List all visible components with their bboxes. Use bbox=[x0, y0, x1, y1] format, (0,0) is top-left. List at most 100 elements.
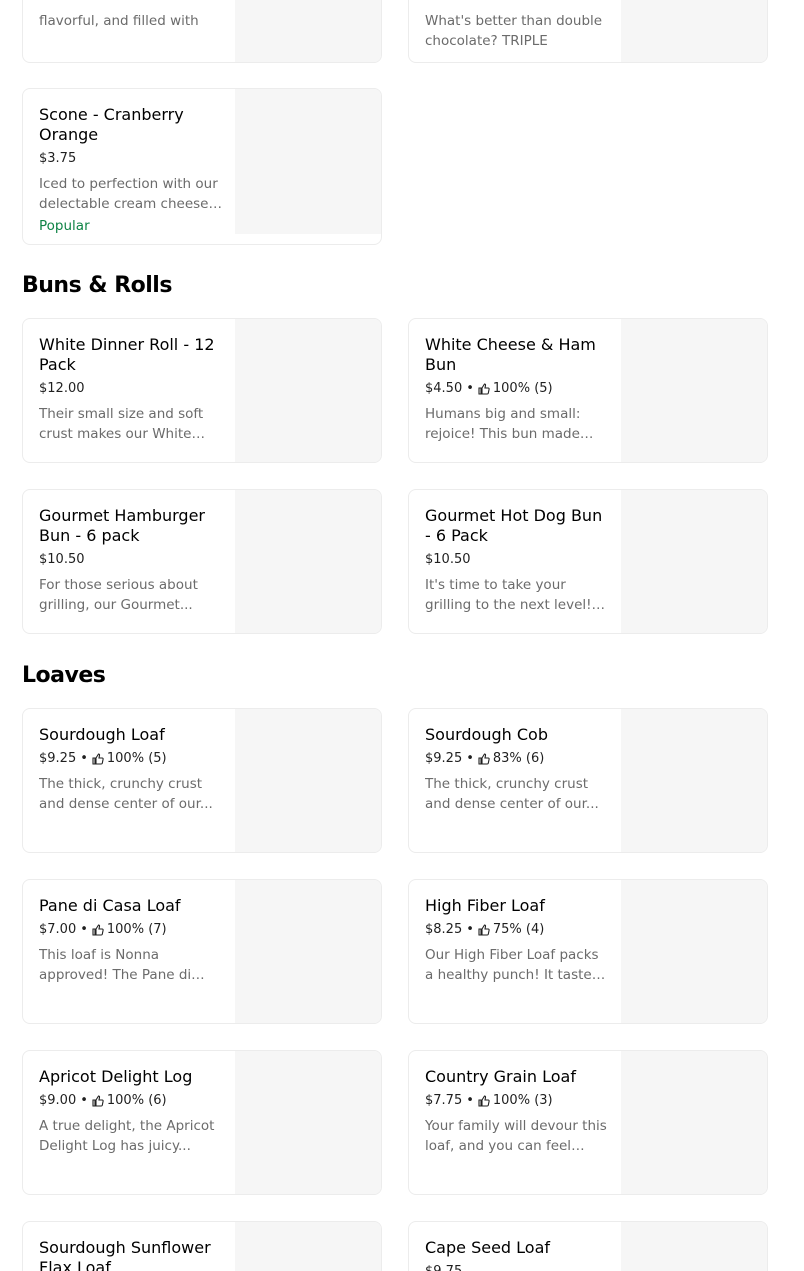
thumbs-up-icon bbox=[92, 753, 104, 765]
item-price: $7.75 bbox=[425, 1093, 463, 1108]
menu-item-card[interactable]: Cape Seed Loaf $9.75 bbox=[408, 1221, 768, 1271]
item-price: $10.50 bbox=[39, 552, 85, 567]
item-price: $9.25 bbox=[425, 751, 463, 766]
thumbs-up-icon bbox=[92, 924, 104, 936]
item-image bbox=[235, 1051, 381, 1194]
item-description: Iced to perfection with our delectable c… bbox=[39, 176, 218, 212]
item-description: The thick, crunchy crust and dense cente… bbox=[39, 776, 213, 812]
meta-separator: • bbox=[80, 922, 88, 937]
item-price: $7.00 bbox=[39, 922, 77, 937]
meta-separator: • bbox=[466, 381, 474, 396]
item-description: The thick, crunchy crust and dense cente… bbox=[425, 776, 599, 812]
item-name: Sourdough Loaf bbox=[39, 725, 165, 744]
item-image bbox=[235, 709, 381, 852]
item-name: Apricot Delight Log bbox=[39, 1067, 193, 1086]
item-price: $3.75 bbox=[39, 151, 77, 166]
item-image bbox=[235, 880, 381, 1023]
item-description: A true delight, the Apricot Delight Log … bbox=[39, 1118, 215, 1154]
item-description: What's better than double chocolate? TRI… bbox=[425, 13, 603, 49]
section-title-buns-rolls: Buns & Rolls bbox=[22, 273, 172, 298]
item-image bbox=[235, 319, 381, 462]
item-image bbox=[621, 490, 767, 633]
menu-item-card[interactable]: Apricot Delight Log $9.00 • 100% (6) A t… bbox=[22, 1050, 382, 1195]
item-price: $4.50 bbox=[425, 381, 463, 396]
item-name: Sourdough Sunflower Flax Loaf bbox=[39, 1238, 211, 1271]
item-image bbox=[621, 0, 767, 62]
item-name: High Fiber Loaf bbox=[425, 896, 545, 915]
item-image bbox=[235, 89, 381, 234]
item-description: It's time to take your grilling to the n… bbox=[425, 577, 592, 613]
item-meta: $4.50 • 100% (5) bbox=[425, 380, 611, 398]
item-meta: $9.25 • 100% (5) bbox=[39, 750, 225, 768]
thumbs-up-icon bbox=[478, 1095, 490, 1107]
item-image bbox=[621, 880, 767, 1023]
meta-separator: • bbox=[466, 751, 474, 766]
item-image bbox=[621, 1222, 767, 1271]
item-name: Cape Seed Loaf bbox=[425, 1238, 551, 1257]
menu-item-card[interactable]: White Cheese & Ham Bun $4.50 • 100% (5) … bbox=[408, 318, 768, 463]
item-meta: $8.25 • 75% (4) bbox=[425, 921, 611, 939]
item-name: White Dinner Roll - 12 Pack bbox=[39, 335, 215, 374]
item-rating: 100% (5) bbox=[492, 381, 553, 396]
menu-item-card[interactable]: Scone - Cranberry Orange $3.75 Iced to p… bbox=[22, 88, 382, 245]
item-image bbox=[235, 490, 381, 633]
menu-item-card[interactable]: Sourdough Loaf $9.25 • 100% (5) The thic… bbox=[22, 708, 382, 853]
item-meta: $3.75 bbox=[39, 150, 225, 168]
meta-separator: • bbox=[80, 1093, 88, 1108]
item-description: Your family will devour this loaf, and y… bbox=[425, 1118, 607, 1154]
meta-separator: • bbox=[466, 1093, 474, 1108]
item-rating: 75% (4) bbox=[492, 922, 545, 937]
item-price: $12.00 bbox=[39, 381, 85, 396]
item-image bbox=[621, 1051, 767, 1194]
item-description: Humans big and small: rejoice! This bun … bbox=[425, 406, 581, 442]
menu-item-card[interactable]: High Fiber Loaf $8.25 • 75% (4) Our High… bbox=[408, 879, 768, 1024]
item-image bbox=[621, 709, 767, 852]
item-name: Pane di Casa Loaf bbox=[39, 896, 181, 915]
menu-item-card[interactable]: What's better than double chocolate? TRI… bbox=[408, 0, 768, 63]
item-rating: 100% (7) bbox=[106, 922, 167, 937]
item-description: flavorful, and filled with bbox=[39, 13, 199, 29]
menu-item-card[interactable]: White Dinner Roll - 12 Pack $12.00 Their… bbox=[22, 318, 382, 463]
item-name: Country Grain Loaf bbox=[425, 1067, 576, 1086]
item-meta: $10.50 bbox=[425, 551, 611, 569]
item-price: $9.00 bbox=[39, 1093, 77, 1108]
item-description: This loaf is Nonna approved! The Pane di… bbox=[39, 947, 192, 983]
item-price: $8.25 bbox=[425, 922, 463, 937]
item-name: White Cheese & Ham Bun bbox=[425, 335, 596, 374]
menu-item-card[interactable]: Sourdough Sunflower Flax Loaf bbox=[22, 1221, 382, 1271]
item-image bbox=[621, 319, 767, 462]
menu-item-card[interactable]: Pane di Casa Loaf $7.00 • 100% (7) This … bbox=[22, 879, 382, 1024]
meta-separator: • bbox=[80, 751, 88, 766]
thumbs-up-icon bbox=[478, 753, 490, 765]
item-name: Gourmet Hot Dog Bun - 6 Pack bbox=[425, 506, 603, 545]
item-name: Sourdough Cob bbox=[425, 725, 548, 744]
item-rating: 100% (6) bbox=[106, 1093, 167, 1108]
meta-separator: • bbox=[466, 922, 474, 937]
item-meta: $7.75 • 100% (3) bbox=[425, 1092, 611, 1110]
item-description: Their small size and soft crust makes ou… bbox=[39, 406, 204, 442]
popular-badge: Popular bbox=[39, 218, 90, 234]
item-rating: 83% (6) bbox=[492, 751, 545, 766]
item-price: $9.25 bbox=[39, 751, 77, 766]
item-image bbox=[235, 1222, 381, 1271]
menu-page: flavorful, and filled with What's better… bbox=[0, 0, 804, 1271]
thumbs-up-icon bbox=[478, 924, 490, 936]
item-meta: $9.00 • 100% (6) bbox=[39, 1092, 225, 1110]
menu-item-card[interactable]: flavorful, and filled with bbox=[22, 0, 382, 63]
item-meta: $12.00 bbox=[39, 380, 225, 398]
section-title-loaves: Loaves bbox=[22, 663, 106, 688]
menu-item-card[interactable]: Gourmet Hamburger Bun - 6 pack $10.50 Fo… bbox=[22, 489, 382, 634]
item-description: For those serious about grilling, our Go… bbox=[39, 577, 198, 613]
menu-item-card[interactable]: Gourmet Hot Dog Bun - 6 Pack $10.50 It's… bbox=[408, 489, 768, 634]
item-meta: $9.75 bbox=[425, 1263, 611, 1271]
item-name: Scone - Cranberry Orange bbox=[39, 105, 184, 144]
menu-item-card[interactable]: Sourdough Cob $9.25 • 83% (6) The thick,… bbox=[408, 708, 768, 853]
thumbs-up-icon bbox=[478, 383, 490, 395]
item-rating: 100% (3) bbox=[492, 1093, 553, 1108]
item-meta: $10.50 bbox=[39, 551, 225, 569]
item-price: $10.50 bbox=[425, 552, 471, 567]
menu-item-card[interactable]: Country Grain Loaf $7.75 • 100% (3) Your… bbox=[408, 1050, 768, 1195]
item-meta: $7.00 • 100% (7) bbox=[39, 921, 225, 939]
item-meta: $9.25 • 83% (6) bbox=[425, 750, 611, 768]
item-image bbox=[235, 0, 381, 62]
